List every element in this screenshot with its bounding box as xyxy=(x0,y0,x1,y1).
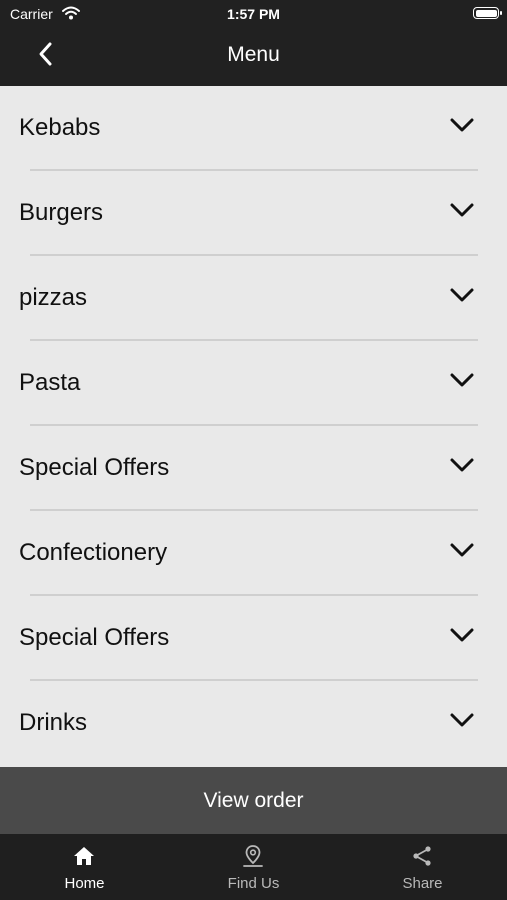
menu-category-special-offers-2[interactable]: Special Offers xyxy=(0,596,507,681)
menu-category-label: Confectionery xyxy=(19,539,168,566)
menu-category-label: Drinks xyxy=(19,709,88,736)
chevron-down-icon xyxy=(450,203,474,217)
menu-category-drinks[interactable]: Drinks xyxy=(0,681,507,766)
menu-category-label: Pasta xyxy=(19,369,81,396)
chevron-down-icon xyxy=(450,373,474,387)
menu-category-label: pizzas xyxy=(19,284,88,311)
tab-label: Find Us xyxy=(227,875,280,892)
tab-find-us[interactable]: Find Us xyxy=(169,834,338,900)
menu-category-list: Kebabs Burgers pizzas Pasta Special Offe… xyxy=(0,86,507,768)
tab-label: Share xyxy=(402,875,443,892)
tab-bar: Home Find Us Share xyxy=(0,834,507,900)
menu-category-label: Burgers xyxy=(19,199,104,226)
home-icon xyxy=(74,847,94,865)
menu-category-special-offers[interactable]: Special Offers xyxy=(0,426,507,511)
menu-category-label: Special Offers xyxy=(19,624,170,651)
menu-category-confectionery[interactable]: Confectionery xyxy=(0,511,507,596)
chevron-down-icon xyxy=(450,543,474,557)
chevron-down-icon xyxy=(450,458,474,472)
chevron-down-icon xyxy=(450,628,474,642)
share-icon xyxy=(413,846,431,866)
tab-share[interactable]: Share xyxy=(338,834,507,900)
tab-label: Home xyxy=(64,875,105,892)
chevron-down-icon xyxy=(450,713,474,727)
menu-category-label: Kebabs xyxy=(19,114,101,141)
clock: 1:57 PM xyxy=(227,6,280,22)
battery-icon xyxy=(473,7,502,19)
chevron-down-icon xyxy=(450,118,474,132)
menu-category-kebabs[interactable]: Kebabs xyxy=(0,86,507,171)
menu-category-label: Special Offers xyxy=(19,454,170,481)
menu-category-pasta[interactable]: Pasta xyxy=(0,341,507,426)
location-pin-icon xyxy=(243,845,263,867)
menu-category-pizzas[interactable]: pizzas xyxy=(0,256,507,341)
status-bar: Carrier 1:57 PM xyxy=(0,0,507,28)
view-order-button[interactable]: View order xyxy=(0,767,507,834)
chevron-down-icon xyxy=(450,288,474,302)
page-title: Menu xyxy=(227,43,280,66)
menu-category-burgers[interactable]: Burgers xyxy=(0,171,507,256)
navigation-bar: Menu xyxy=(0,28,507,86)
tab-home[interactable]: Home xyxy=(0,834,169,900)
